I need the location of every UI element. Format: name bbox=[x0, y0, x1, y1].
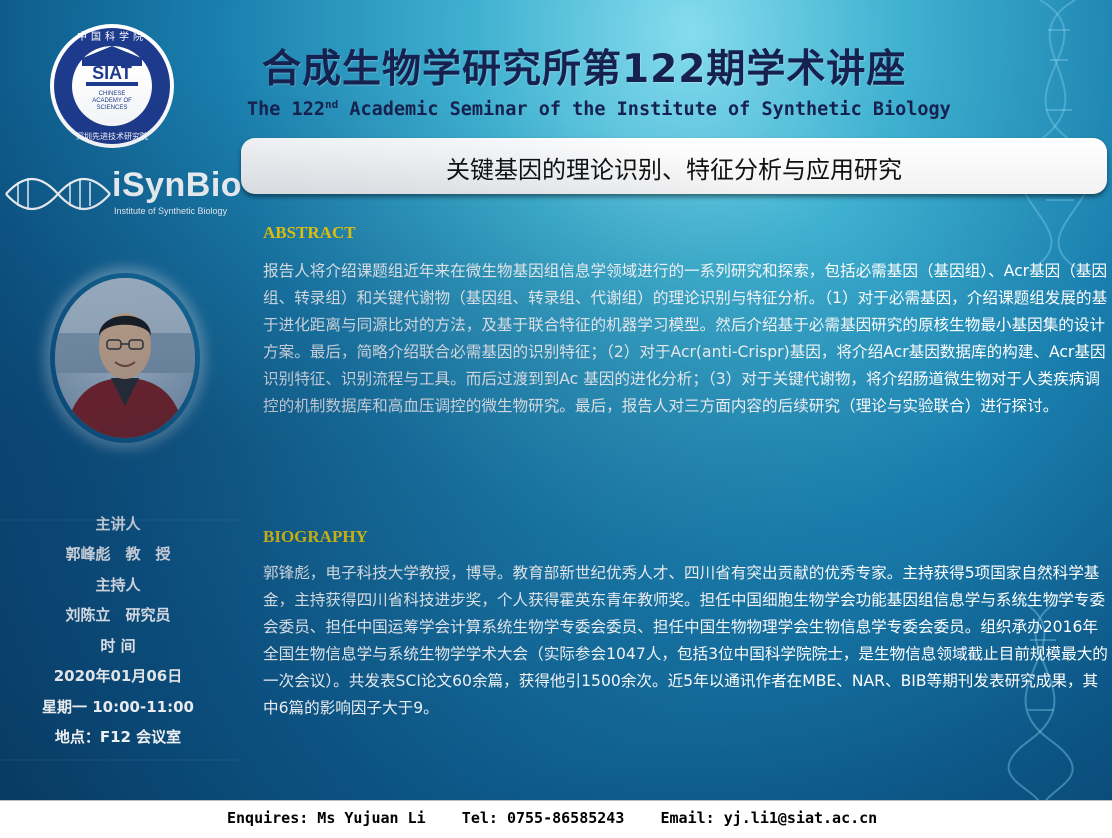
siat-logo-ring-bottom: 深圳先进技术研究院 bbox=[76, 131, 148, 141]
siat-logo-text: SIAT bbox=[92, 63, 132, 83]
host-label: 主持人 bbox=[95, 576, 141, 594]
title-english: The 122nd Academic Seminar of the Instit… bbox=[247, 98, 951, 120]
speaker-name: 郭峰彪 教 授 bbox=[65, 545, 171, 563]
biography-body: 郭锋彪，电子科技大学教授，博导。教育部新世纪优秀人才、四川省有突出贡献的优秀专家… bbox=[263, 560, 1109, 723]
siat-logo-sub1: CHINESE bbox=[99, 91, 126, 97]
biography-heading: BIOGRAPHY bbox=[263, 527, 368, 546]
title-en-prefix: The 122 bbox=[247, 99, 325, 121]
poster-background: SIAT CHINESE ACADEMY OF SCIENCES 中国科学院 深… bbox=[0, 0, 1112, 800]
helix-strand-top-b bbox=[1017, 0, 1076, 271]
abstract-body: 报告人将介绍课题组近年来在微生物基因组信息学领域进行的一系列研究和探索，包括必需… bbox=[263, 258, 1109, 421]
title-en-sup: nd bbox=[324, 98, 339, 111]
abstract-heading: ABSTRACT bbox=[263, 223, 356, 242]
siat-logo: SIAT CHINESE ACADEMY OF SCIENCES 中国科学院 深… bbox=[50, 24, 174, 148]
isynbio-logo-subtitle: Institute of Synthetic Biology bbox=[114, 206, 228, 216]
siat-logo-sub2: ACADEMY OF bbox=[92, 98, 132, 104]
title-en-suffix: Academic Seminar of the Institute of Syn… bbox=[338, 99, 951, 121]
topic-title: 关键基因的理论识别、特征分析与应用研究 bbox=[446, 156, 902, 184]
topic-banner: 关键基因的理论识别、特征分析与应用研究 bbox=[241, 138, 1107, 194]
time-label: 时 间 bbox=[100, 637, 136, 655]
seminar-date: 2020年01月06日 bbox=[53, 667, 183, 685]
speaker-portrait-icon bbox=[55, 278, 195, 438]
speaker-label: 主讲人 bbox=[95, 515, 141, 533]
title-chinese: 合成生物学研究所第122期学术讲座 bbox=[262, 47, 907, 92]
biography-text: 郭锋彪，电子科技大学教授，博导。教育部新世纪优秀人才、四川省有突出贡献的优秀专家… bbox=[263, 564, 1108, 718]
abstract-text: 报告人将介绍课题组近年来在微生物基因组信息学领域进行的一系列研究和探索，包括必需… bbox=[263, 262, 1108, 416]
siat-logo-sub3: SCIENCES bbox=[97, 105, 128, 111]
footer-bar: Enquires: Ms Yujuan Li Tel: 0755-8658524… bbox=[0, 800, 1112, 838]
speaker-photo bbox=[55, 278, 195, 438]
siat-logo-ring-top: 中国科学院 bbox=[77, 30, 147, 43]
footer-contact: Enquires: Ms Yujuan Li Tel: 0755-8658524… bbox=[227, 809, 878, 827]
isynbio-logo-name: iSynBio bbox=[112, 166, 243, 204]
seminar-time: 星期一 10:00-11:00 bbox=[42, 698, 194, 716]
seminar-location: 地点：F12 会议室 bbox=[54, 728, 182, 746]
host-name: 刘陈立 研究员 bbox=[65, 606, 171, 624]
